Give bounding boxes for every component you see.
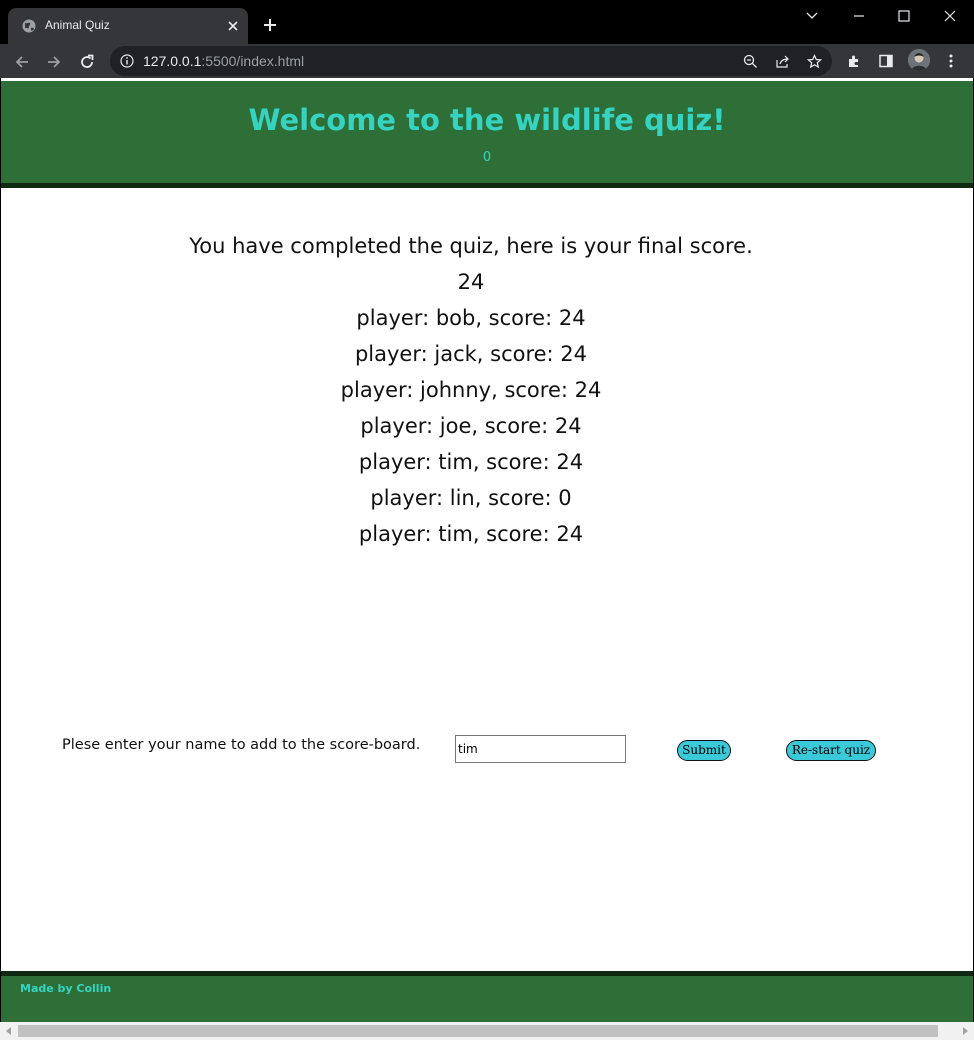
- submit-button[interactable]: Submit: [677, 740, 731, 761]
- scroll-left-icon[interactable]: [4, 1026, 14, 1036]
- plus-icon[interactable]: [262, 17, 278, 33]
- browser-toolbar: 127.0.0.1:5500/index.html: [0, 44, 974, 78]
- minimize-icon[interactable]: [851, 8, 867, 24]
- results-panel: You have completed the quiz, here is you…: [1, 228, 941, 552]
- avatar-image: [908, 49, 930, 71]
- url-path: :5500/index.html: [201, 53, 305, 69]
- scoreboard-entry: player: johnny, score: 24: [340, 378, 602, 402]
- scoreboard-entry: player: tim, score: 24: [358, 522, 584, 546]
- chevron-down-icon[interactable]: [804, 8, 820, 24]
- horizontal-scrollbar[interactable]: [0, 1022, 974, 1040]
- scoreboard-list: player: bob, score: 24 player: jack, sco…: [1, 300, 941, 552]
- zoom-icon[interactable]: [743, 54, 758, 69]
- site-header: Welcome to the wildlife quiz! 0: [1, 81, 973, 188]
- browser-tab-strip: Animal Quiz: [0, 0, 974, 44]
- close-icon[interactable]: [942, 8, 958, 24]
- url-text: 127.0.0.1:5500/index.html: [143, 53, 304, 69]
- address-bar[interactable]: 127.0.0.1:5500/index.html: [110, 46, 832, 76]
- tab-title: Animal Quiz: [45, 18, 110, 32]
- scoreboard-entry: player: jack, score: 24: [354, 342, 588, 366]
- url-host: 127.0.0.1: [143, 53, 202, 69]
- score-counter: 0: [482, 150, 492, 165]
- reload-icon[interactable]: [78, 53, 96, 71]
- globe-icon: [22, 19, 36, 33]
- menu-icon[interactable]: [944, 53, 958, 69]
- completion-message: You have completed the quiz, here is you…: [189, 234, 753, 258]
- name-prompt-label: Plese enter your name to add to the scor…: [62, 737, 421, 753]
- star-icon[interactable]: [807, 54, 822, 69]
- site-footer: Made by Collin: [1, 971, 973, 1022]
- page-viewport: Welcome to the wildlife quiz! 0 You have…: [1, 78, 973, 1022]
- maximize-icon[interactable]: [896, 8, 912, 24]
- forward-icon[interactable]: [45, 53, 63, 71]
- restart-quiz-button[interactable]: Re-start quiz: [786, 740, 876, 761]
- name-input[interactable]: [455, 735, 626, 763]
- scoreboard-entry: player: bob, score: 24: [356, 306, 586, 330]
- name-entry-form: Plese enter your name to add to the scor…: [1, 728, 973, 778]
- profile-avatar[interactable]: [908, 49, 930, 71]
- close-icon[interactable]: [226, 19, 240, 33]
- back-icon[interactable]: [13, 53, 31, 71]
- scrollbar-thumb[interactable]: [18, 1025, 938, 1037]
- browser-tab[interactable]: Animal Quiz: [8, 8, 248, 44]
- scoreboard-entry: player: tim, score: 24: [358, 450, 584, 474]
- scroll-right-icon[interactable]: [960, 1026, 970, 1036]
- scoreboard-entry: player: joe, score: 24: [360, 414, 582, 438]
- share-icon[interactable]: [775, 54, 790, 69]
- info-icon[interactable]: [120, 54, 134, 68]
- page-title: Welcome to the wildlife quiz!: [248, 103, 726, 137]
- footer-credit: Made by Collin: [20, 982, 112, 995]
- extensions-icon[interactable]: [846, 53, 862, 69]
- final-score: 24: [457, 270, 485, 294]
- side-panel-icon[interactable]: [878, 53, 894, 69]
- scoreboard-entry: player: lin, score: 0: [370, 486, 572, 510]
